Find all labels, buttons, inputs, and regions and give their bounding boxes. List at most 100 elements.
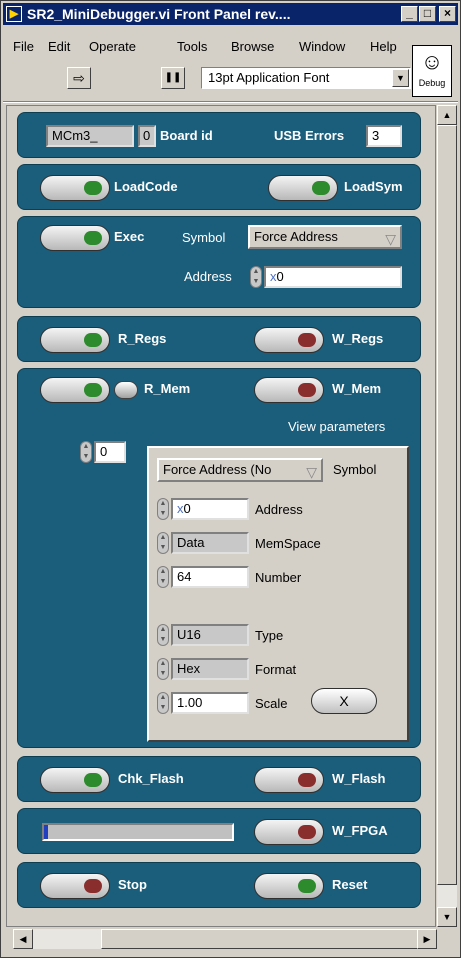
mem-symbol-label: Symbol — [333, 462, 377, 477]
scale-label: Scale — [255, 696, 288, 711]
format-spinner-icon[interactable]: ▲ ▼ — [157, 658, 169, 680]
mem-symbol-ring[interactable]: Force Address (No ▽ — [157, 458, 323, 482]
w-flash-button[interactable] — [254, 767, 324, 793]
exec-address-spinner-icon[interactable]: ▲ ▼ — [250, 266, 262, 288]
maximize-button[interactable]: □ — [419, 6, 436, 22]
stop-button[interactable] — [40, 873, 110, 899]
w-fpga-led-icon — [298, 825, 316, 839]
board-id-field[interactable]: 0 — [138, 125, 156, 147]
pause-button[interactable]: ❚❚ — [161, 67, 185, 89]
w-fpga-button[interactable] — [254, 819, 324, 845]
exec-led-icon — [84, 231, 102, 245]
menu-tools[interactable]: Tools — [177, 39, 207, 54]
w-regs-led-icon — [298, 333, 316, 347]
vertical-scroll-thumb[interactable] — [437, 125, 457, 885]
close-view-button[interactable]: X — [311, 688, 377, 714]
ring-dropdown-icon: ▽ — [306, 464, 317, 480]
menu-edit[interactable]: Edit — [48, 39, 70, 54]
menu-help[interactable]: Help — [370, 39, 397, 54]
w-mem-led-icon — [298, 383, 316, 397]
w-regs-button[interactable] — [254, 327, 324, 353]
scroll-up-icon[interactable]: ▲ — [437, 105, 457, 125]
font-selector-value: 13pt Application Font — [208, 70, 330, 85]
scroll-left-icon[interactable]: ◀ — [13, 929, 33, 949]
loadsym-led-icon — [312, 181, 330, 195]
labview-run-icon: ▶ — [6, 6, 22, 22]
menu-window[interactable]: Window — [299, 39, 345, 54]
fpga-progress-bar — [42, 823, 234, 841]
exec-address-field[interactable]: x0 — [264, 266, 402, 288]
r-mem-toggle[interactable] — [114, 381, 138, 399]
exec-symbol-ring[interactable]: Force Address ▽ — [248, 225, 402, 249]
type-field[interactable]: U16 — [171, 624, 249, 646]
exec-label: Exec — [114, 229, 145, 244]
exec-symbol-label: Symbol — [182, 230, 226, 245]
scroll-right-icon[interactable]: ▶ — [417, 929, 437, 949]
title-bar[interactable]: ▶ SR2_MiniDebugger.vi Front Panel rev...… — [3, 3, 458, 25]
debugger-figure-icon: ☺ — [420, 49, 444, 74]
horizontal-scrollbar[interactable]: ◀ ▶ — [13, 929, 437, 949]
exec-symbol-value: Force Address — [254, 229, 338, 244]
minimize-button[interactable]: _ — [401, 6, 418, 22]
toolbar: ⇨ ❚❚ 13pt Application Font ▼ — [1, 65, 411, 95]
r-mem-button[interactable] — [40, 377, 110, 403]
memspace-field[interactable]: Data — [171, 532, 249, 554]
chevron-down-icon[interactable]: ▼ — [392, 69, 409, 87]
menu-operate[interactable]: Operate — [89, 39, 136, 54]
format-label: Format — [255, 662, 297, 677]
format-field[interactable]: Hex — [171, 658, 249, 680]
font-selector[interactable]: 13pt Application Font ▼ — [201, 67, 411, 89]
w-fpga-label: W_FPGA — [332, 823, 388, 838]
mem-address-spinner-icon[interactable]: ▲ ▼ — [157, 498, 169, 520]
number-spinner-icon[interactable]: ▲ ▼ — [157, 566, 169, 588]
ring-dropdown-icon: ▽ — [385, 231, 396, 247]
mem-index-field[interactable]: 0 — [94, 441, 126, 463]
debug-icon-label: Debug — [418, 78, 446, 88]
fpga-section: W_FPGA — [17, 808, 421, 854]
scale-spinner-icon[interactable]: ▲ ▼ — [157, 692, 169, 714]
w-mem-label: W_Mem — [332, 381, 382, 396]
mem-address-field[interactable]: x0 — [171, 498, 249, 520]
vertical-scrollbar[interactable]: ▲ ▼ — [437, 105, 457, 927]
loadcode-button[interactable] — [40, 175, 110, 201]
debug-vi-icon: ☺ Debug — [412, 45, 452, 97]
loadsym-button[interactable] — [268, 175, 338, 201]
mem-symbol-value: Force Address (No — [163, 462, 272, 477]
loadsym-label: LoadSym — [344, 179, 403, 194]
horizontal-scroll-thumb[interactable] — [101, 929, 421, 949]
flash-section: Chk_Flash W_Flash — [17, 756, 421, 802]
chk-flash-led-icon — [84, 773, 102, 787]
reset-button[interactable] — [254, 873, 324, 899]
w-flash-led-icon — [298, 773, 316, 787]
resize-grip-icon[interactable] — [437, 929, 457, 949]
scroll-down-icon[interactable]: ▼ — [437, 907, 457, 927]
number-field[interactable]: 64 — [171, 566, 249, 588]
mem-index-spinner-icon[interactable]: ▲ ▼ — [80, 441, 92, 463]
exec-address-value: 0 — [276, 269, 284, 284]
run-arrow-button[interactable]: ⇨ — [67, 67, 91, 89]
fpga-progress-fill — [44, 825, 48, 839]
w-mem-button[interactable] — [254, 377, 324, 403]
usb-errors-label: USB Errors — [274, 128, 345, 143]
r-regs-button[interactable] — [40, 327, 110, 353]
r-regs-led-icon — [84, 333, 102, 347]
reset-label: Reset — [332, 877, 368, 892]
menu-file[interactable]: File — [13, 39, 34, 54]
r-regs-label: R_Regs — [118, 331, 167, 346]
loadcode-led-icon — [84, 181, 102, 195]
board-section: MCm3_ 0 Board id USB Errors 3 — [17, 112, 421, 158]
type-spinner-icon[interactable]: ▲ ▼ — [157, 624, 169, 646]
board-id-label: Board id — [160, 128, 213, 143]
close-button[interactable]: × — [439, 6, 456, 22]
memspace-spinner-icon[interactable]: ▲ ▼ — [157, 532, 169, 554]
chk-flash-button[interactable] — [40, 767, 110, 793]
exec-address-label: Address — [184, 269, 232, 284]
toolbar-separator — [3, 101, 458, 103]
chk-flash-label: Chk_Flash — [118, 771, 184, 786]
scale-field[interactable]: 1.00 — [171, 692, 249, 714]
r-mem-led-icon — [84, 383, 102, 397]
exec-button[interactable] — [40, 225, 110, 251]
regs-section: R_Regs W_Regs — [17, 316, 421, 362]
board-name-field[interactable]: MCm3_ — [46, 125, 134, 147]
menu-browse[interactable]: Browse — [231, 39, 274, 54]
